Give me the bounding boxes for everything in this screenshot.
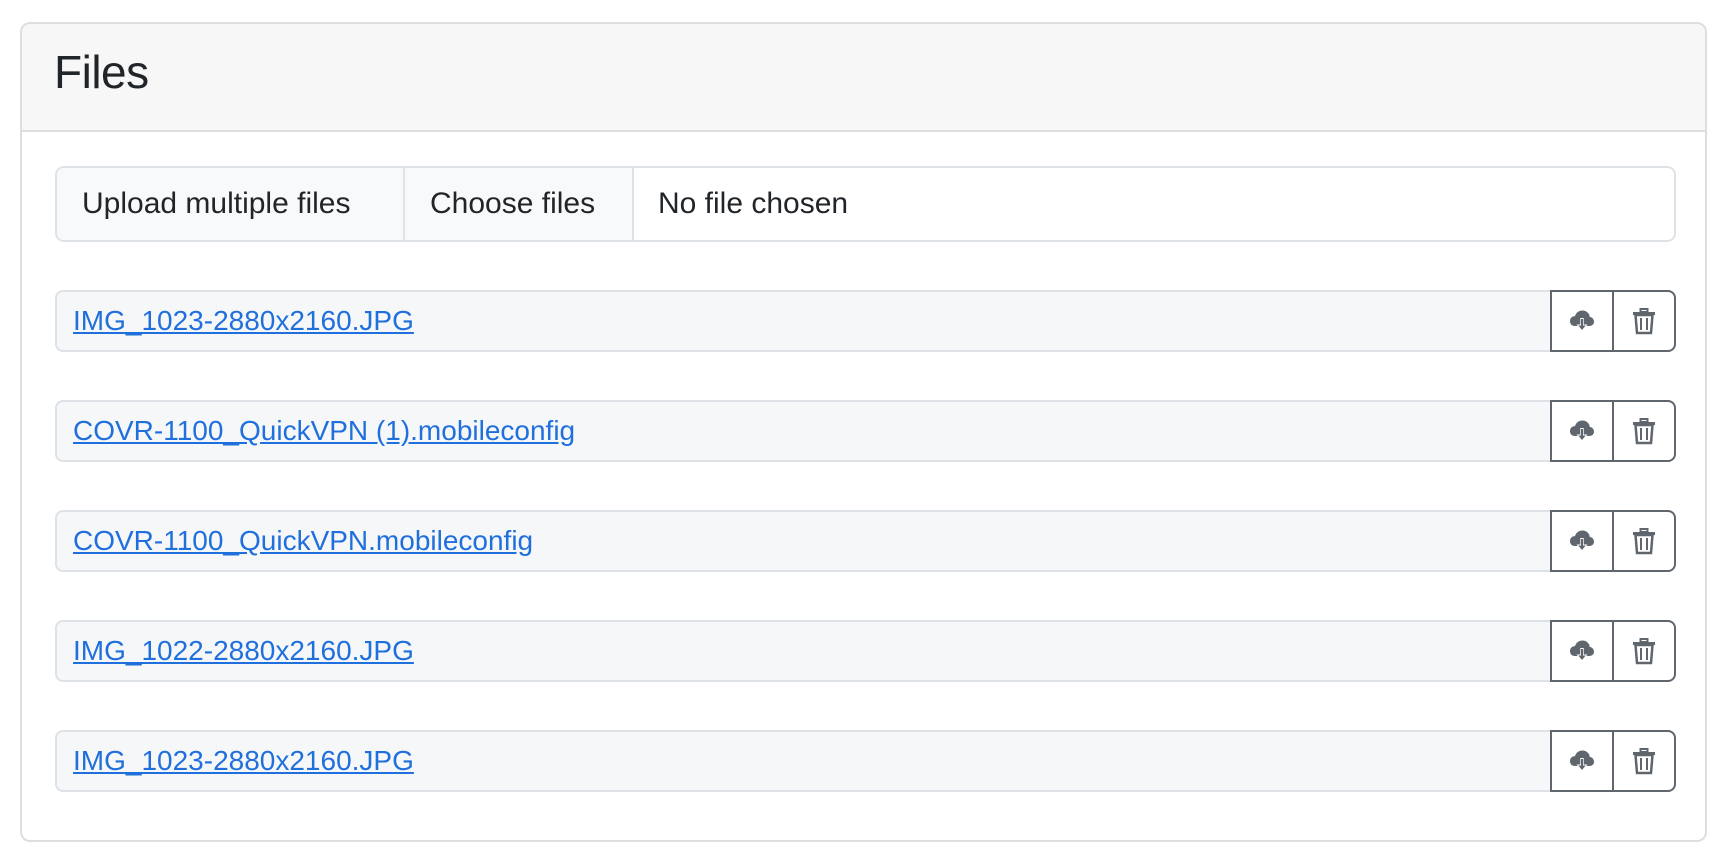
cloud-download-icon [1570, 420, 1594, 442]
file-link[interactable]: IMG_1023-2880x2160.JPG [73, 745, 414, 777]
cloud-download-icon [1570, 310, 1594, 332]
delete-button[interactable] [1613, 290, 1676, 352]
card-header: Files [22, 24, 1705, 132]
upload-input-group: Upload multiple files Choose files No fi… [55, 166, 1676, 242]
trash-icon [1633, 308, 1655, 335]
delete-button[interactable] [1613, 400, 1676, 462]
file-link[interactable]: COVR-1100_QuickVPN (1).mobileconfig [73, 415, 575, 447]
file-name-box: IMG_1023-2880x2160.JPG [55, 290, 1550, 352]
file-name-box: IMG_1023-2880x2160.JPG [55, 730, 1550, 792]
delete-button[interactable] [1613, 510, 1676, 572]
files-card: Files Upload multiple files Choose files… [20, 22, 1707, 842]
file-row: COVR-1100_QuickVPN.mobileconfig [55, 510, 1676, 572]
trash-icon [1633, 638, 1655, 665]
delete-button[interactable] [1613, 730, 1676, 792]
download-button[interactable] [1550, 620, 1613, 682]
file-row: IMG_1023-2880x2160.JPG [55, 730, 1676, 792]
cloud-download-icon [1570, 640, 1594, 662]
file-input-status[interactable]: No file chosen [634, 168, 1674, 240]
file-link[interactable]: COVR-1100_QuickVPN.mobileconfig [73, 525, 533, 557]
download-button[interactable] [1550, 730, 1613, 792]
file-link[interactable]: IMG_1023-2880x2160.JPG [73, 305, 414, 337]
file-name-box: IMG_1022-2880x2160.JPG [55, 620, 1550, 682]
trash-icon [1633, 748, 1655, 775]
file-name-box: COVR-1100_QuickVPN.mobileconfig [55, 510, 1550, 572]
trash-icon [1633, 418, 1655, 445]
file-list: IMG_1023-2880x2160.JPG COVR-1100_QuickVP… [55, 290, 1676, 840]
file-row: IMG_1022-2880x2160.JPG [55, 620, 1676, 682]
cloud-download-icon [1570, 750, 1594, 772]
cloud-download-icon [1570, 530, 1594, 552]
file-row: COVR-1100_QuickVPN (1).mobileconfig [55, 400, 1676, 462]
file-row: IMG_1023-2880x2160.JPG [55, 290, 1676, 352]
choose-files-button[interactable]: Choose files [405, 168, 634, 240]
trash-icon [1633, 528, 1655, 555]
download-button[interactable] [1550, 400, 1613, 462]
download-button[interactable] [1550, 510, 1613, 572]
card-title: Files [54, 46, 149, 98]
delete-button[interactable] [1613, 620, 1676, 682]
file-link[interactable]: IMG_1022-2880x2160.JPG [73, 635, 414, 667]
file-name-box: COVR-1100_QuickVPN (1).mobileconfig [55, 400, 1550, 462]
download-button[interactable] [1550, 290, 1613, 352]
upload-label: Upload multiple files [57, 168, 405, 240]
